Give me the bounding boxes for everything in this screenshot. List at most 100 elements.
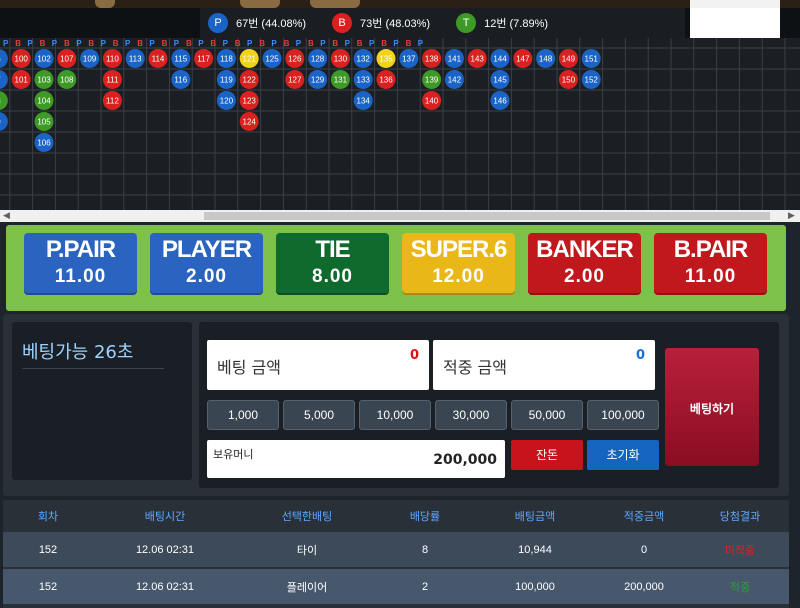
road-result-number: 120 xyxy=(220,97,234,106)
player-stat: P 67번 (44.08%) xyxy=(208,13,306,33)
odds-cell: 8 xyxy=(421,543,429,556)
odds-cell: 2 xyxy=(421,580,429,593)
chip-100000-button[interactable]: 100,000 xyxy=(587,400,659,430)
road-header-letter: B xyxy=(40,39,46,48)
road-result-number: 106 xyxy=(37,139,51,148)
bet-tie-button[interactable]: TIE 8.00 xyxy=(276,233,389,295)
bet-banker-button[interactable]: BANKER 2.00 xyxy=(528,233,641,295)
balance-field: 보유머니 200,000 xyxy=(207,440,505,478)
road-result-number: 112 xyxy=(106,97,119,106)
road-result-number: 105 xyxy=(37,118,51,127)
road-header-letter: P xyxy=(52,39,58,48)
bet-form: 베팅 금액 0 적중 금액 0 1,000 5,000 10,000 30,00… xyxy=(199,322,779,488)
road-result-number: 135 xyxy=(379,55,393,64)
road-header-letter: B xyxy=(235,39,241,48)
road-result-number: 129 xyxy=(311,76,325,85)
win-amount-value: 0 xyxy=(635,348,645,363)
video-strip xyxy=(0,0,800,8)
chip-1000-button[interactable]: 1,000 xyxy=(207,400,279,430)
banker-stat-text: 73번 (48.03%) xyxy=(360,18,431,30)
chip-30000-button[interactable]: 30,000 xyxy=(435,400,507,430)
bet-cell: 100,000 xyxy=(515,580,555,593)
road-result-number: 123 xyxy=(243,97,257,106)
road-header-letter: B xyxy=(186,39,192,48)
road-header-letter: B xyxy=(162,39,168,48)
road-result-number: 134 xyxy=(357,97,371,106)
road-header-letter: P xyxy=(3,39,9,48)
bet-amount-field[interactable]: 베팅 금액 0 xyxy=(207,340,429,390)
bet-odds: 11.00 xyxy=(684,266,737,287)
road-result-number: 113 xyxy=(129,55,142,64)
bet-name: SUPER.6 xyxy=(410,236,508,263)
scrollbar-thumb[interactable] xyxy=(204,212,770,220)
bet-history-table: 회차 배팅시간 선택한배팅 배당률 배팅금액 적중금액 당첨결과 152 12.… xyxy=(3,500,789,608)
road-header-letter: P xyxy=(418,39,424,48)
win-cell: 0 xyxy=(640,543,648,556)
banker-badge-icon: B xyxy=(332,13,353,33)
round-cell: 152 xyxy=(38,543,58,556)
road-result-number: 111 xyxy=(106,76,119,85)
road-result-number: 137 xyxy=(402,55,416,64)
player-badge-icon: P xyxy=(208,13,228,33)
road-result-number: 119 xyxy=(220,76,233,85)
bet-super6-button[interactable]: SUPER.6 12.00 xyxy=(402,233,515,295)
board-scrollbar[interactable]: ◀ ▶ xyxy=(0,210,800,222)
road-result-number: 110 xyxy=(106,55,119,64)
time-cell: 12.06 02:31 xyxy=(135,580,195,593)
pick-cell: 플레이어 xyxy=(286,581,328,594)
timer-text: 베팅가능 26초 xyxy=(22,338,164,369)
road-result-marker xyxy=(0,49,8,68)
result-cell: 적중 xyxy=(729,581,751,594)
road-header-letter: P xyxy=(271,39,277,48)
banker-stat: B 73번 (48.03%) xyxy=(332,13,430,33)
bet-cell: 10,944 xyxy=(518,543,552,556)
road-result-number: 101 xyxy=(15,76,29,85)
pick-cell: 타이 xyxy=(296,544,318,557)
road-header-letter: P xyxy=(149,39,155,48)
road-result-number: 118 xyxy=(220,55,233,64)
road-header-letter: P xyxy=(345,39,351,48)
bet-ppair-button[interactable]: P.PAIR 11.00 xyxy=(24,233,137,295)
tie-badge-icon: T xyxy=(456,13,477,33)
road-header-letter: B xyxy=(15,39,21,48)
road-result-number: 151 xyxy=(585,55,599,64)
road-result-number: 115 xyxy=(174,55,187,64)
scroll-left-icon[interactable]: ◀ xyxy=(3,210,10,222)
road-board-grid: PBPBPBPBPBPBPBPBPBPBPBPBPBPBPBPBPBP67891… xyxy=(0,38,800,210)
bet-player-button[interactable]: PLAYER 2.00 xyxy=(150,233,263,295)
road-header-letter: P xyxy=(198,39,204,48)
road-result-number: 124 xyxy=(243,118,257,127)
bet-bpair-button[interactable]: B.PAIR 11.00 xyxy=(654,233,767,295)
road-result-number: 117 xyxy=(197,55,210,64)
road-result-number: 126 xyxy=(288,55,302,64)
reset-button[interactable]: 초기화 xyxy=(587,440,659,470)
col-odds-header: 배당률 xyxy=(409,511,441,523)
road-header-letter: B xyxy=(284,39,290,48)
road-result-number: 149 xyxy=(562,55,576,64)
col-pick-header: 선택한배팅 xyxy=(281,511,333,523)
tie-stat: T 12번 (7.89%) xyxy=(456,13,548,33)
scroll-right-icon[interactable]: ▶ xyxy=(788,210,795,222)
round-cell: 152 xyxy=(38,580,58,593)
road-result-number: 121 xyxy=(243,55,257,64)
chip-50000-button[interactable]: 50,000 xyxy=(511,400,583,430)
bet-odds: 12.00 xyxy=(432,266,485,287)
road-result-number: 142 xyxy=(448,76,462,85)
chip-5000-button[interactable]: 5,000 xyxy=(283,400,355,430)
road-result-number: 108 xyxy=(60,76,74,85)
col-bet-header: 배팅금액 xyxy=(514,511,556,523)
balance-label: 보유머니 xyxy=(213,448,254,461)
road-header-letter: P xyxy=(76,39,82,48)
place-bet-button[interactable]: 베팅하기 xyxy=(665,348,759,466)
chip-10000-button[interactable]: 10,000 xyxy=(359,400,431,430)
road-header-letter: B xyxy=(332,39,338,48)
change-button[interactable]: 잔돈 xyxy=(511,440,583,470)
road-header-letter: P xyxy=(125,39,131,48)
balance-value: 200,000 xyxy=(433,452,497,468)
road-header-letter: P xyxy=(223,39,229,48)
betting-panel: 베팅가능 26초 베팅 금액 0 적중 금액 0 1,000 5,000 10,… xyxy=(3,314,789,496)
bet-name: B.PAIR xyxy=(673,236,749,263)
road-board: PBPBPBPBPBPBPBPBPBPBPBPBPBPBPBPBPBP67891… xyxy=(0,38,800,210)
road-result-number: 122 xyxy=(243,76,257,85)
road-header-letter: P xyxy=(320,39,326,48)
